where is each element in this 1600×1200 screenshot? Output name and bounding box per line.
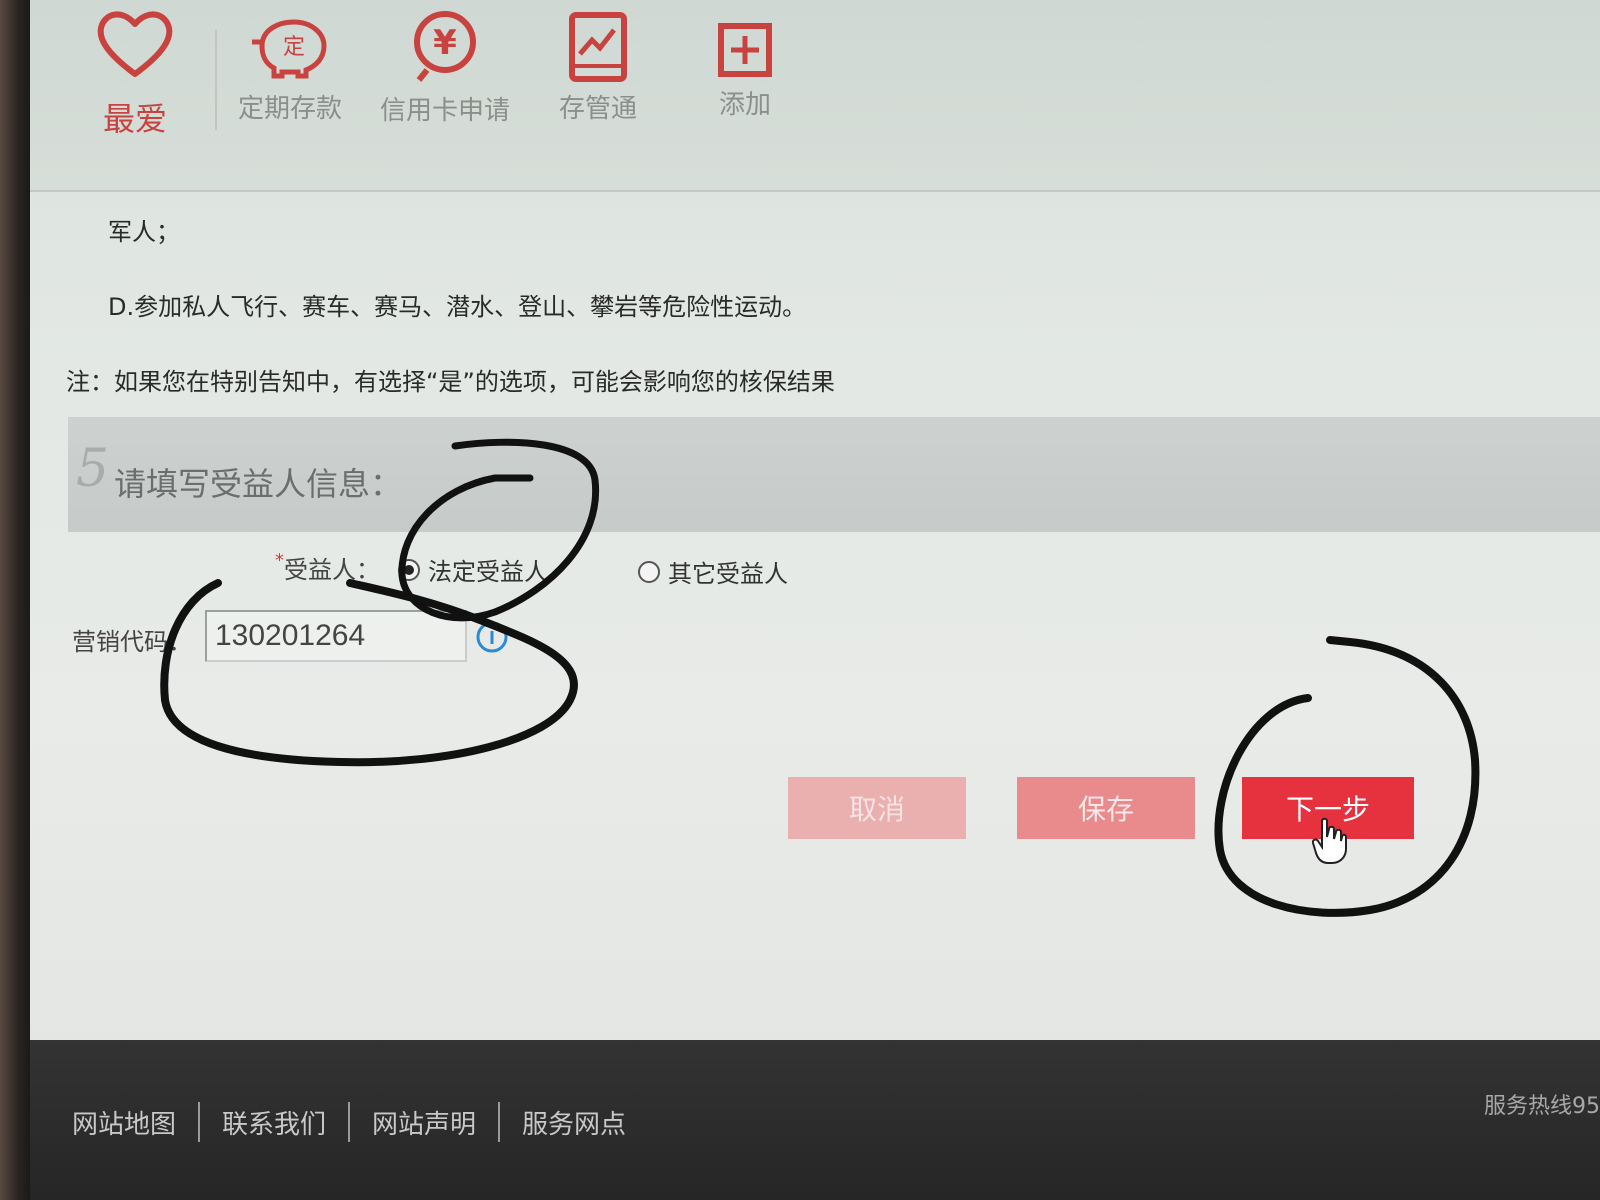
toolbar-item-credit-card[interactable]: ¥ 信用卡申请 — [375, 8, 515, 127]
site-footer: 网站地图 联系我们 网站声明 服务网点 服务热线95 — [30, 1040, 1600, 1200]
hand-cursor-icon — [1312, 817, 1347, 864]
radio-button-unchecked[interactable] — [638, 560, 660, 583]
toolbar-item-label: 最爱 — [102, 100, 167, 138]
toolbar-item-label: 信用卡申请 — [379, 96, 510, 126]
toolbar-item-label: 添加 — [718, 90, 771, 120]
svg-text:定: 定 — [283, 35, 305, 60]
service-hotline: 服务热线95 — [1484, 1094, 1600, 1119]
quick-access-toolbar: 最爱 定 定期存款 ¥ 信用卡申请 存管通 添加 — [30, 0, 1600, 192]
notice-line-1: 军人； — [108, 218, 180, 246]
toolbar-divider — [215, 30, 217, 130]
monitor-bezel — [0, 0, 30, 1200]
cancel-button[interactable]: 取消 — [788, 777, 966, 839]
marketing-code-label: 营销代码： — [72, 628, 192, 656]
section-number: 5 — [76, 439, 110, 499]
section-header: 5 请填写受益人信息： — [68, 417, 1600, 532]
footer-link-statement[interactable]: 网站声明 — [350, 1104, 498, 1141]
toolbar-item-custody[interactable]: 存管通 — [548, 12, 648, 125]
toolbar-item-label: 定期存款 — [237, 94, 342, 124]
beneficiary-label: *受益人： — [275, 550, 380, 585]
required-mark: * — [275, 550, 284, 571]
beneficiary-label-text: 受益人： — [284, 556, 380, 584]
browser-viewport: 最爱 定 定期存款 ¥ 信用卡申请 存管通 添加 军人； D.参加私人飞行、赛车… — [30, 0, 1600, 1200]
footer-link-contact[interactable]: 联系我们 — [200, 1104, 348, 1141]
info-icon[interactable] — [475, 620, 509, 654]
toolbar-item-favorites[interactable]: 最爱 — [80, 8, 190, 140]
yuan-coin-icon: ¥ — [414, 11, 476, 82]
radio-label: 其它受益人 — [668, 560, 788, 588]
footer-link-branches[interactable]: 服务网点 — [500, 1104, 648, 1141]
add-box-icon — [718, 23, 772, 77]
notice-note: 注：如果您在特别告知中，有选择“是”的选项，可能会影响您的核保结果 — [66, 368, 835, 396]
footer-link-sitemap[interactable]: 网站地图 — [50, 1104, 198, 1141]
section-title: 请填写受益人信息： — [114, 465, 403, 503]
heart-icon — [97, 11, 173, 77]
toolbar-item-label: 存管通 — [558, 94, 637, 124]
radio-statutory-beneficiary[interactable]: 法定受益人 — [398, 552, 548, 587]
marketing-code-input[interactable] — [205, 610, 467, 662]
radio-label: 法定受益人 — [428, 558, 548, 586]
svg-text:¥: ¥ — [433, 23, 457, 63]
footer-links: 网站地图 联系我们 网站声明 服务网点 — [50, 1102, 648, 1142]
radio-other-beneficiary[interactable]: 其它受益人 — [638, 554, 788, 589]
save-button[interactable]: 保存 — [1017, 777, 1195, 839]
tablet-chart-icon — [569, 12, 627, 82]
notice-line-2: D.参加私人飞行、赛车、赛马、潜水、登山、攀岩等危险性运动。 — [108, 293, 807, 321]
toolbar-item-fixed-deposit[interactable]: 定 定期存款 — [230, 12, 350, 125]
toolbar-item-add[interactable]: 添加 — [700, 22, 790, 121]
piggy-bank-icon: 定 — [252, 19, 327, 79]
radio-button-checked[interactable] — [398, 558, 420, 581]
